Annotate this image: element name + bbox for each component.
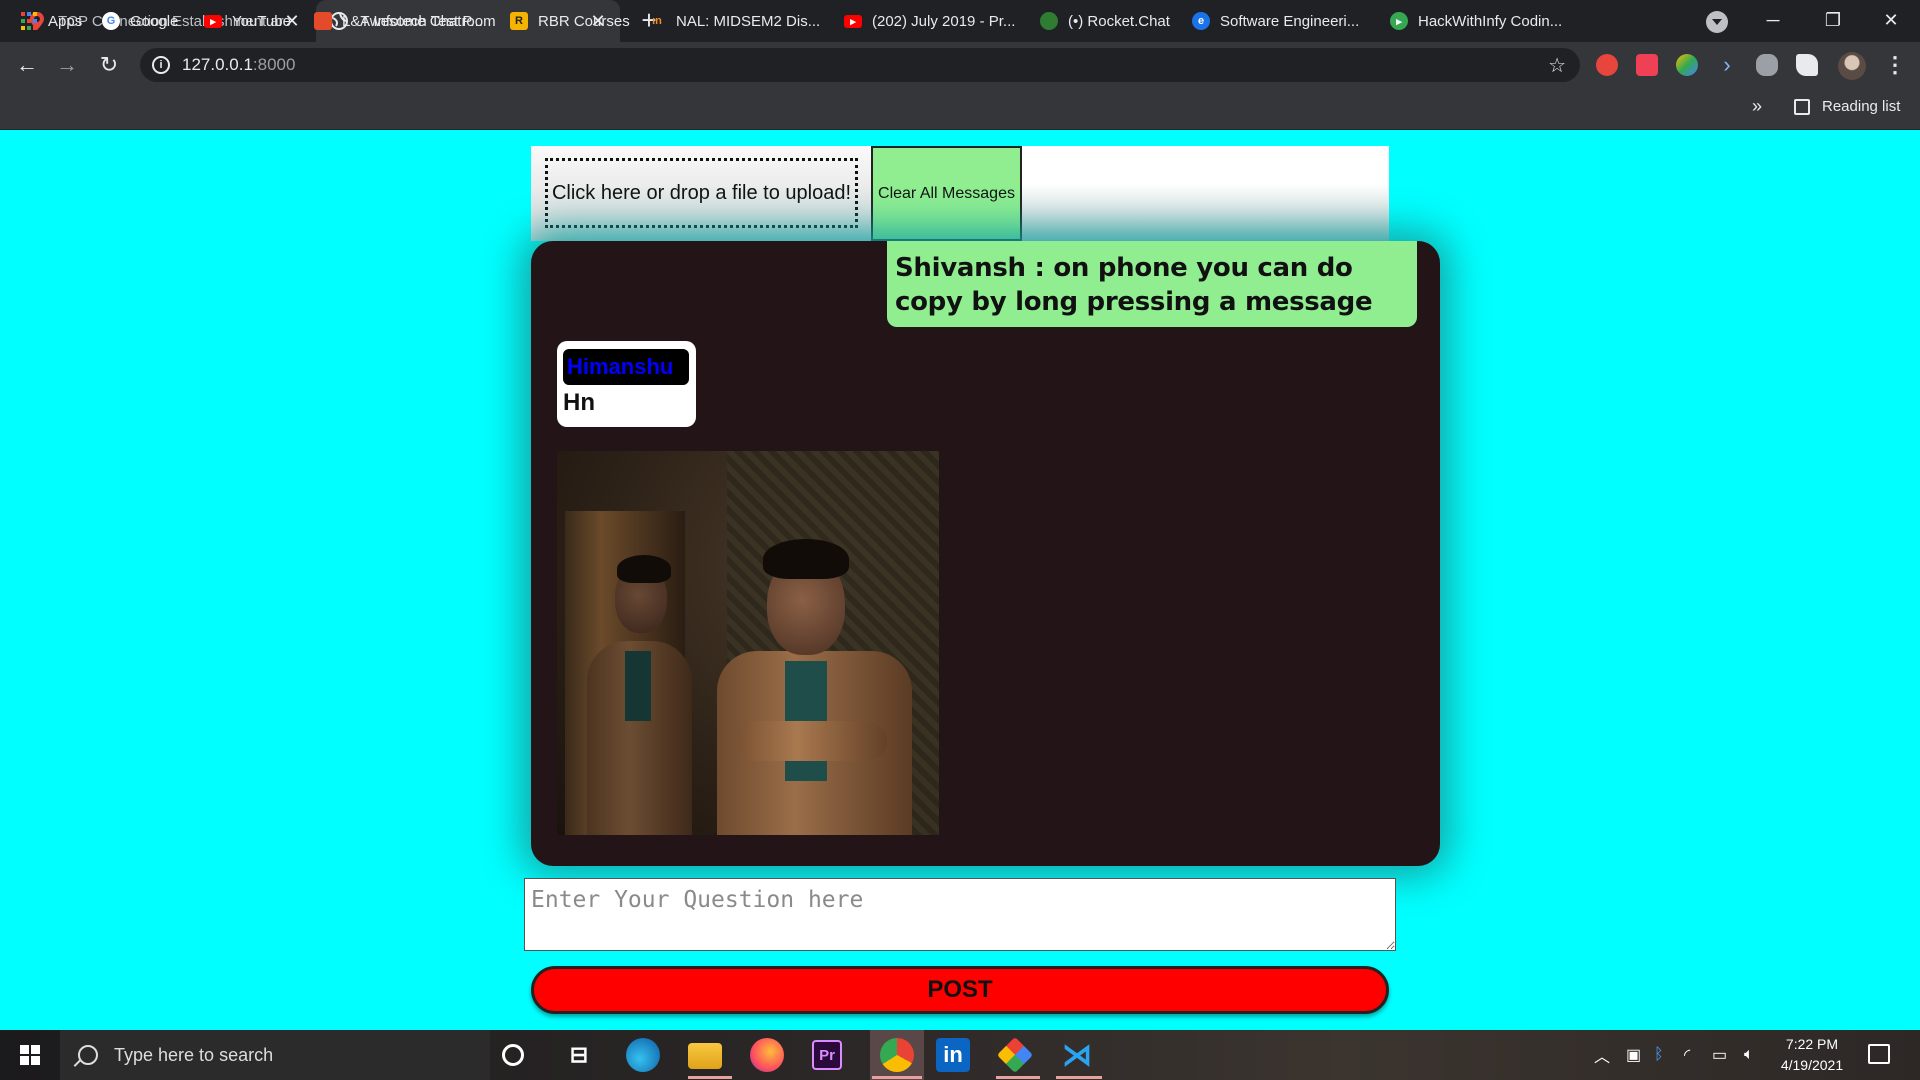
bookmark-hackwithinfy[interactable]: ▸ HackWithInfy Codin...: [1390, 10, 1562, 32]
sender-name: Himanshu: [563, 349, 689, 385]
cloud-extension-icon[interactable]: [1756, 54, 1778, 76]
close-window-icon[interactable]: ✕: [1862, 0, 1920, 40]
bookmark-label: NAL: MIDSEM2 Dis...: [676, 12, 821, 30]
taskbar-search-box[interactable]: Type here to search: [60, 1030, 490, 1080]
bookmark-rocket-chat[interactable]: (•) Rocket.Chat: [1040, 10, 1170, 32]
show-hidden-icons-icon[interactable]: ︿: [1594, 1030, 1610, 1080]
bookmarks-bar: [0, 88, 1920, 130]
git-app-icon[interactable]: [996, 1036, 1034, 1074]
image-message[interactable]: [557, 451, 939, 835]
windows-logo-icon: [20, 1045, 40, 1065]
profile-avatar[interactable]: [1838, 52, 1866, 80]
clock-date: 4/19/2021: [1780, 1057, 1844, 1073]
edge-bookmark-icon: e: [1192, 12, 1210, 30]
restore-window-icon[interactable]: ❐: [1804, 0, 1862, 40]
task-view-icon[interactable]: ⊟: [562, 1038, 596, 1072]
browser-toolbar: ← → ↻ i 127.0.0.1:8000 ☆ › ⋮: [0, 42, 1920, 88]
tab-search-icon[interactable]: [1706, 11, 1728, 33]
bookmark-label: (•) Rocket.Chat: [1068, 12, 1170, 30]
active-indicator: [688, 1076, 732, 1079]
edge-icon[interactable]: [626, 1038, 660, 1072]
message-text: Hn: [563, 389, 595, 416]
wifi-icon[interactable]: ◜: [1684, 1030, 1690, 1080]
message-bubble-right: Shivansh : on phone you can do copy by l…: [887, 241, 1417, 327]
reading-list[interactable]: Reading list: [1794, 98, 1900, 115]
extension-icon[interactable]: [1676, 54, 1698, 76]
url-text: 127.0.0.1:8000: [182, 55, 296, 74]
windows-start-button[interactable]: [0, 1030, 60, 1080]
bookmark-label: Apps: [48, 12, 83, 30]
chat-box: Shivansh : on phone you can do copy by l…: [531, 241, 1440, 866]
bookmark-label: YouTube: [232, 12, 291, 30]
bookmark-star-icon[interactable]: ☆: [1548, 53, 1566, 78]
active-indicator: [996, 1076, 1040, 1079]
youtube-icon: ▸: [204, 14, 222, 28]
volume-icon[interactable]: 🔈︎: [1744, 1030, 1754, 1080]
back-icon[interactable]: ←: [12, 50, 42, 80]
nal-icon: ın: [652, 15, 662, 27]
cortana-icon[interactable]: [502, 1044, 524, 1066]
firefox-icon[interactable]: [750, 1038, 784, 1072]
file-explorer-icon[interactable]: [688, 1043, 722, 1069]
bookmark-label: Google: [130, 12, 179, 30]
file-dropzone[interactable]: Click here or drop a file to upload!: [531, 146, 871, 241]
premiere-pro-icon[interactable]: Pr: [812, 1040, 842, 1070]
bookmark-lti[interactable]: L&T Infotech Test P...: [314, 10, 483, 32]
address-bar[interactable]: i 127.0.0.1:8000 ☆: [140, 48, 1580, 82]
bookmark-software-engineering[interactable]: e Software Engineeri...: [1192, 10, 1359, 32]
active-indicator: [872, 1076, 922, 1079]
clock-time: 7:22 PM: [1785, 1036, 1839, 1052]
bookmark-youtube-july-2019[interactable]: ▸ (202) July 2019 - Pr...: [844, 10, 1015, 32]
youtube-icon: ▸: [844, 14, 862, 28]
upload-bar: Click here or drop a file to upload! Cle…: [531, 146, 1389, 241]
photo-person: [697, 511, 917, 835]
bookmark-label: Software Engineeri...: [1220, 12, 1360, 30]
bookmark-nal[interactable]: ın NAL: MIDSEM2 Dis...: [648, 10, 820, 32]
linkedin-icon[interactable]: in: [936, 1038, 970, 1072]
upload-label[interactable]: Click here or drop a file to upload!: [545, 158, 858, 228]
bookmark-apps[interactable]: Apps: [20, 10, 82, 32]
apps-grid-icon: [20, 12, 38, 30]
meet-now-icon[interactable]: ▣: [1626, 1030, 1641, 1080]
active-indicator: [1056, 1076, 1102, 1079]
battery-icon[interactable]: ▭: [1712, 1030, 1727, 1080]
pocket-extension-icon[interactable]: [1636, 54, 1658, 76]
bookmark-label: (202) July 2019 - Pr...: [872, 12, 1016, 30]
hackwithinfy-icon: ▸: [1390, 12, 1408, 30]
more-bookmarks-icon[interactable]: »: [1752, 96, 1762, 117]
google-icon: G: [102, 12, 120, 30]
reading-list-icon: [1794, 98, 1810, 115]
search-placeholder: Type here to search: [114, 1044, 274, 1065]
minimize-window-icon[interactable]: ─: [1744, 0, 1802, 40]
bookmark-rbr-courses[interactable]: R RBR Courses: [510, 10, 630, 32]
arrow-extension-icon[interactable]: ›: [1716, 54, 1738, 76]
question-input[interactable]: [524, 878, 1396, 951]
forward-icon[interactable]: →: [52, 50, 82, 80]
bluetooth-icon[interactable]: ᛒ: [1654, 1030, 1664, 1080]
chrome-icon[interactable]: [880, 1038, 914, 1072]
bookmark-label: L&T Infotech Test P...: [342, 12, 483, 30]
search-icon: [78, 1045, 98, 1065]
post-button[interactable]: POST: [531, 966, 1389, 1014]
rocketchat-icon: [1040, 12, 1058, 30]
site-info-icon[interactable]: i: [152, 56, 170, 74]
notifications-icon[interactable]: [1868, 1044, 1890, 1064]
puzzle-extensions-icon[interactable]: [1796, 54, 1818, 76]
bookmark-label: RBR Courses: [538, 12, 630, 30]
vscode-icon[interactable]: ⋊: [1060, 1038, 1094, 1072]
bookmark-youtube[interactable]: ▸ YouTube: [204, 10, 291, 32]
bookmark-label: HackWithInfy Codin...: [1418, 12, 1563, 30]
bookmark-google[interactable]: G Google: [102, 10, 178, 32]
lti-icon: [314, 12, 332, 30]
reading-list-label: Reading list: [1822, 98, 1901, 115]
reload-icon[interactable]: ↻: [94, 50, 124, 80]
windows-taskbar: Type here to search ⊟ Pr in ⋊ ︿ ▣ ᛒ ◜ ▭ …: [0, 1030, 1920, 1080]
clear-all-messages-button[interactable]: Clear All Messages: [871, 146, 1022, 241]
rbr-icon: R: [510, 12, 528, 30]
menu-kebab-icon[interactable]: ⋮: [1884, 52, 1906, 78]
message-bubble-left: Himanshu Hn: [557, 341, 696, 427]
taskbar-clock[interactable]: 7:22 PM 4/19/2021: [1770, 1034, 1854, 1076]
photo-person-reflection: [587, 521, 697, 835]
adblock-extension-icon[interactable]: [1596, 54, 1618, 76]
